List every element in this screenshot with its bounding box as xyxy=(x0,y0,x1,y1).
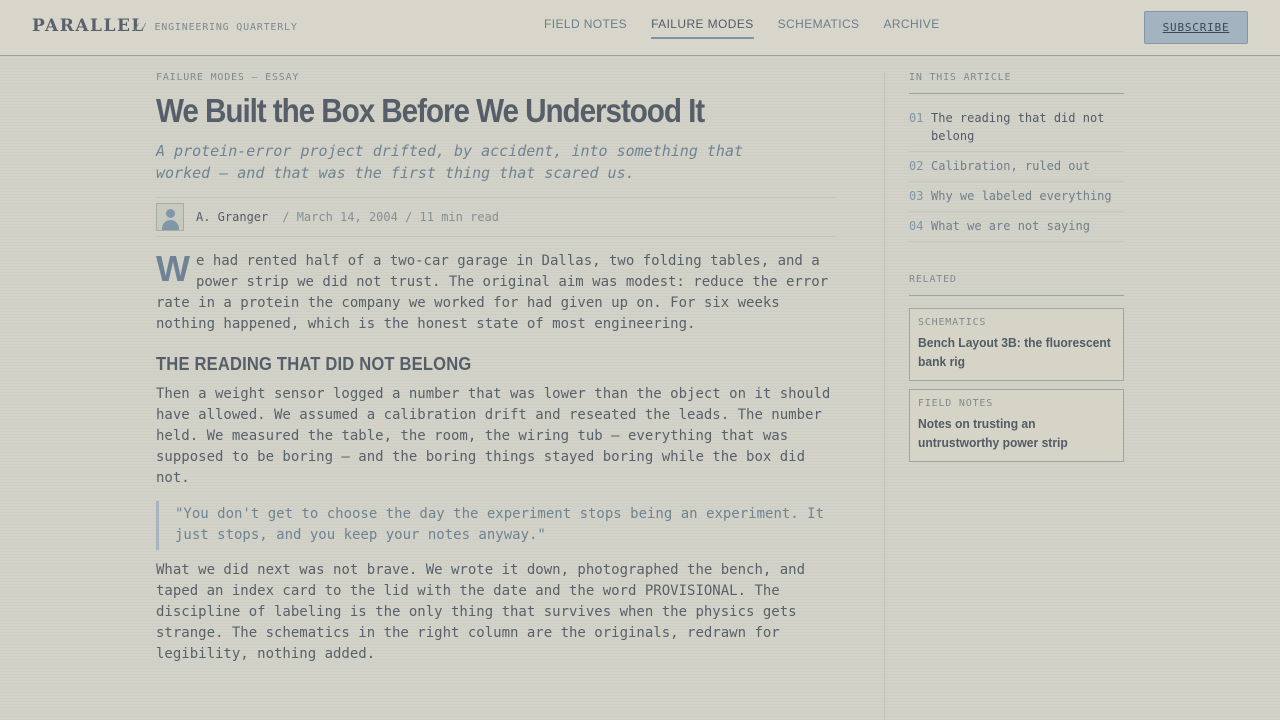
sidebar: IN THIS ARTICLE 01 The reading that did … xyxy=(909,72,1124,462)
toc-number: 02 xyxy=(909,159,924,173)
related-card[interactable]: SCHEMATICS Bench Layout 3B: the fluoresc… xyxy=(909,308,1124,381)
section-heading: THE READING THAT DID NOT BELONG xyxy=(156,354,472,374)
related-card-title: Notes on trusting an untrustworthy power… xyxy=(918,416,1068,450)
toc-number: 01 xyxy=(909,111,924,125)
toc-label: Why we labeled everything xyxy=(931,189,1112,203)
subscribe-button[interactable]: SUBSCRIBE xyxy=(1144,11,1248,44)
article-title: We Built the Box Before We Understood It xyxy=(156,92,705,129)
toc-item[interactable]: 04 What we are not saying xyxy=(909,212,1124,242)
column-divider xyxy=(884,72,885,720)
related-heading: RELATED xyxy=(909,274,1124,296)
related-card-title: Bench Layout 3B: the fluorescent bank ri… xyxy=(918,335,1111,369)
lead-paragraph: We had rented half of a two-car garage i… xyxy=(156,251,836,335)
toc-label: The reading that did not belong xyxy=(931,111,1105,143)
paragraph: Then a weight sensor logged a number tha… xyxy=(156,386,831,486)
nav-schematics[interactable]: SCHEMATICS xyxy=(778,17,860,39)
nav-archive[interactable]: ARCHIVE xyxy=(883,17,939,39)
author-name[interactable]: A. Granger xyxy=(196,210,268,224)
article-meta: / March 14, 2004 / 11 min read xyxy=(282,210,499,224)
toc-item[interactable]: 01 The reading that did not belong xyxy=(909,107,1124,152)
nav-failure-modes[interactable]: FAILURE MODES xyxy=(651,17,754,39)
article-dek: A protein-error project drifted, by acci… xyxy=(156,142,743,182)
author-avatar-icon xyxy=(156,203,184,231)
toc-label: Calibration, ruled out xyxy=(931,159,1090,173)
toc-heading: IN THIS ARTICLE xyxy=(909,72,1124,94)
drop-cap: W xyxy=(156,248,190,289)
related-card-category: FIELD NOTES xyxy=(918,398,994,409)
main-nav: FIELD NOTES FAILURE MODES SCHEMATICS ARC… xyxy=(544,17,940,39)
site-tagline: // ENGINEERING QUARTERLY xyxy=(134,22,298,33)
byline: A. Granger / March 14, 2004 / 11 min rea… xyxy=(156,197,836,237)
lead-text: e had rented half of a two-car garage in… xyxy=(156,253,829,332)
related-card[interactable]: FIELD NOTES Notes on trusting an untrust… xyxy=(909,389,1124,462)
paragraph: What we did next was not brave. We wrote… xyxy=(156,562,806,662)
toc-number: 04 xyxy=(909,219,924,233)
article-kicker: FAILURE MODES — ESSAY xyxy=(156,72,300,83)
toc-item[interactable]: 02 Calibration, ruled out xyxy=(909,152,1124,182)
article: FAILURE MODES — ESSAY We Built the Box B… xyxy=(156,72,836,665)
site-logo[interactable]: PARALLEL xyxy=(32,16,145,36)
nav-field-notes[interactable]: FIELD NOTES xyxy=(544,17,627,39)
site-header: PARALLEL // ENGINEERING QUARTERLY FIELD … xyxy=(0,0,1280,56)
table-of-contents: 01 The reading that did not belong 02 Ca… xyxy=(909,107,1124,242)
toc-label: What we are not saying xyxy=(931,219,1090,233)
toc-item[interactable]: 03 Why we labeled everything xyxy=(909,182,1124,212)
pull-quote: "You don't get to choose the day the exp… xyxy=(156,501,836,550)
toc-number: 03 xyxy=(909,189,924,203)
related-card-category: SCHEMATICS xyxy=(918,317,987,328)
